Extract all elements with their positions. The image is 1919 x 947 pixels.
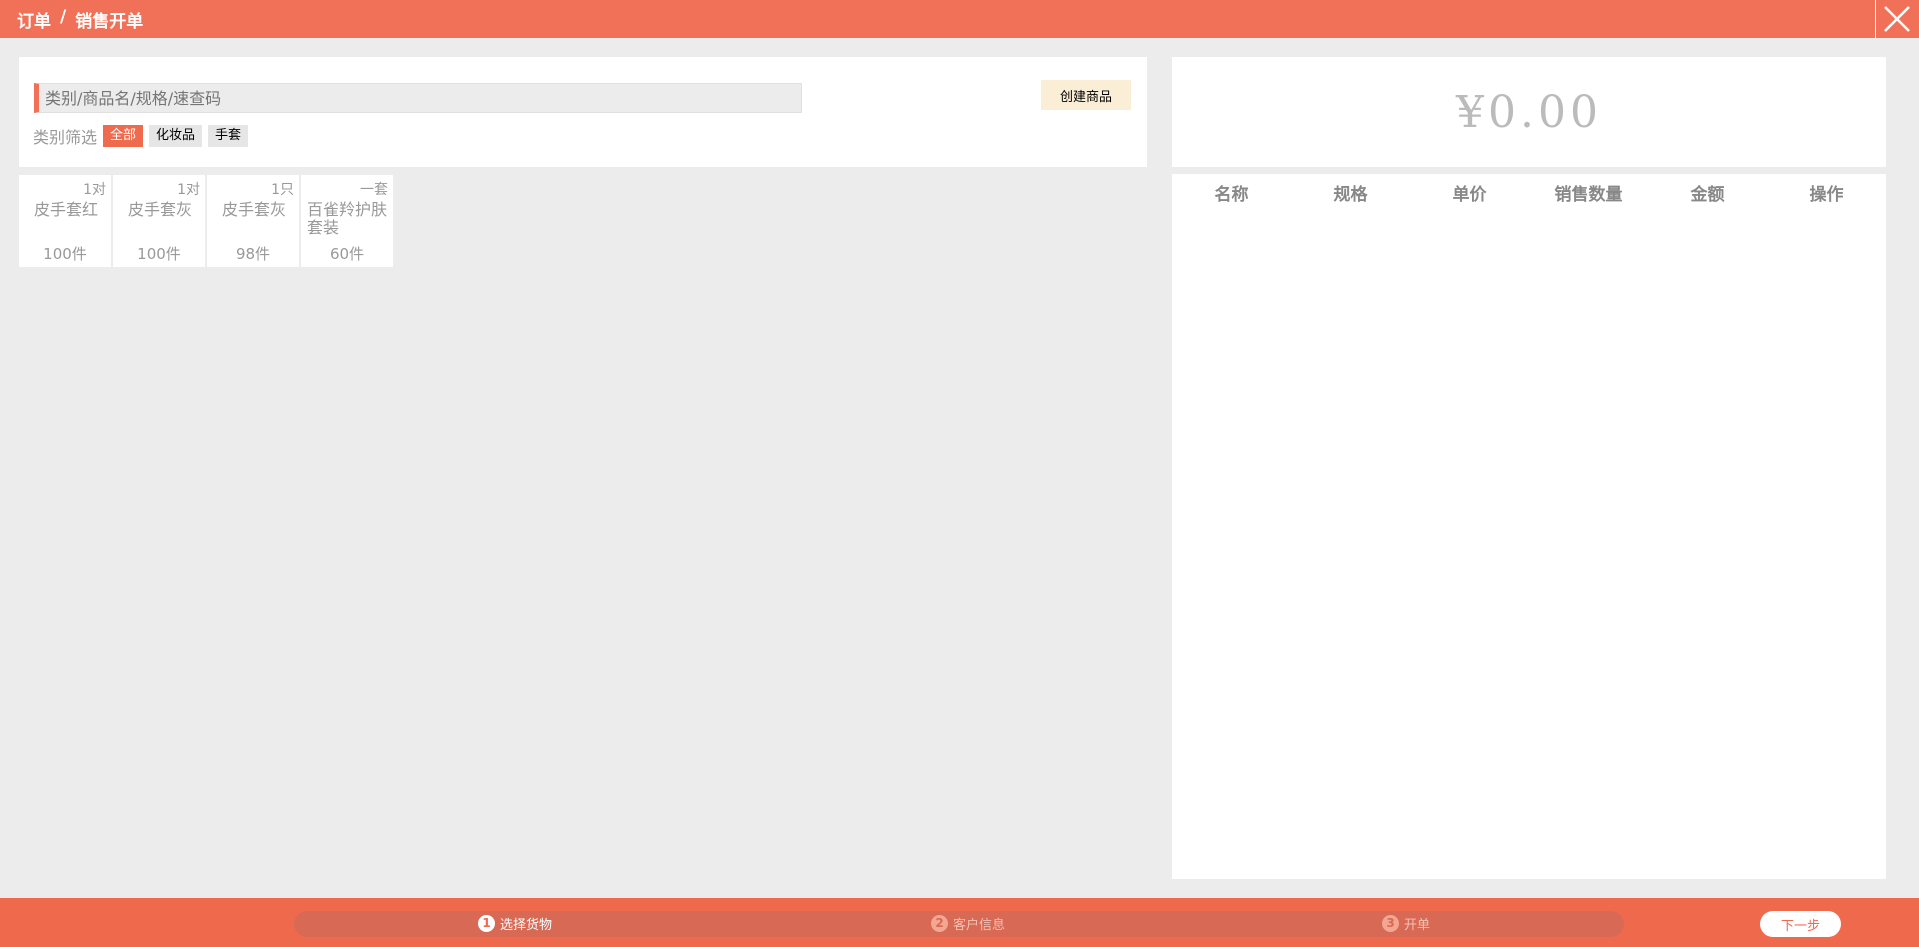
next-step-button[interactable]: 下一步 bbox=[1760, 911, 1841, 937]
table-header: 名称 规格 单价 销售数量 金额 操作 bbox=[1172, 174, 1886, 205]
product-card[interactable]: 1只 皮手套灰 98件 bbox=[207, 175, 299, 267]
product-grid: 1对 皮手套红 100件 1对 皮手套灰 100件 1只 皮手套灰 98件 一套… bbox=[19, 175, 393, 267]
column-header-spec: 规格 bbox=[1333, 185, 1368, 205]
product-unit: 1只 bbox=[271, 182, 294, 198]
filter-tag-all[interactable]: 全部 bbox=[103, 125, 144, 147]
product-name: 百雀羚护肤套装 bbox=[307, 200, 388, 237]
order-total-amount: ¥0.00 bbox=[1456, 87, 1602, 138]
column-header-amount: 金额 bbox=[1690, 185, 1725, 205]
product-stock: 60件 bbox=[329, 245, 365, 263]
top-bar: 订单 / 销售开单 bbox=[0, 0, 1919, 38]
step-number: 3 bbox=[1382, 915, 1399, 932]
step-customer-info: 2 客户信息 bbox=[931, 914, 1005, 933]
close-button[interactable] bbox=[1875, 0, 1919, 38]
product-unit: 一套 bbox=[360, 182, 388, 198]
category-filter-label: 类别筛选 bbox=[33, 128, 98, 147]
order-total-panel: ¥0.00 bbox=[1172, 57, 1886, 167]
column-header-quantity: 销售数量 bbox=[1554, 185, 1623, 205]
close-icon bbox=[1884, 6, 1910, 32]
create-product-button[interactable]: 创建商品 bbox=[1041, 80, 1131, 110]
product-name: 皮手套灰 bbox=[221, 200, 286, 219]
breadcrumb-current-page: 销售开单 bbox=[75, 12, 144, 32]
product-stock: 100件 bbox=[43, 245, 87, 263]
bottom-bar: 1 选择货物 2 客户信息 3 开单 下一步 bbox=[0, 898, 1919, 947]
product-stock: 98件 bbox=[235, 245, 271, 263]
breadcrumb: 订单 / 销售开单 bbox=[17, 7, 143, 32]
breadcrumb-separator: / bbox=[60, 7, 67, 27]
product-stock: 100件 bbox=[137, 245, 181, 263]
order-items-table: 名称 规格 单价 销售数量 金额 操作 bbox=[1172, 174, 1886, 879]
product-unit: 1对 bbox=[83, 182, 106, 198]
column-header-name: 名称 bbox=[1214, 185, 1249, 205]
product-name: 皮手套红 bbox=[33, 200, 98, 219]
product-card[interactable]: 一套 百雀羚护肤套装 60件 bbox=[301, 175, 393, 267]
product-card[interactable]: 1对 皮手套红 100件 bbox=[19, 175, 111, 267]
product-unit: 1对 bbox=[177, 182, 200, 198]
breadcrumb-orders-link[interactable]: 订单 bbox=[17, 7, 51, 32]
step-number: 1 bbox=[478, 915, 495, 932]
step-number: 2 bbox=[931, 915, 948, 932]
step-label: 客户信息 bbox=[953, 918, 1006, 933]
product-name: 皮手套灰 bbox=[127, 200, 192, 219]
step-create-order: 3 开单 bbox=[1382, 914, 1430, 933]
product-search-input[interactable] bbox=[34, 83, 802, 113]
filter-tag-gloves[interactable]: 手套 bbox=[208, 125, 249, 147]
product-card[interactable]: 1对 皮手套灰 100件 bbox=[113, 175, 205, 267]
product-search-panel: 创建商品 类别筛选 全部 化妆品 手套 bbox=[19, 57, 1147, 167]
step-label: 选择货物 bbox=[500, 918, 553, 933]
filter-tag-cosmetics[interactable]: 化妆品 bbox=[149, 125, 203, 147]
step-label: 开单 bbox=[1404, 918, 1431, 933]
column-header-actions: 操作 bbox=[1809, 185, 1844, 205]
step-select-goods: 1 选择货物 bbox=[478, 914, 552, 933]
category-filter: 类别筛选 全部 化妆品 手套 bbox=[33, 124, 249, 148]
column-header-unit-price: 单价 bbox=[1452, 185, 1487, 205]
